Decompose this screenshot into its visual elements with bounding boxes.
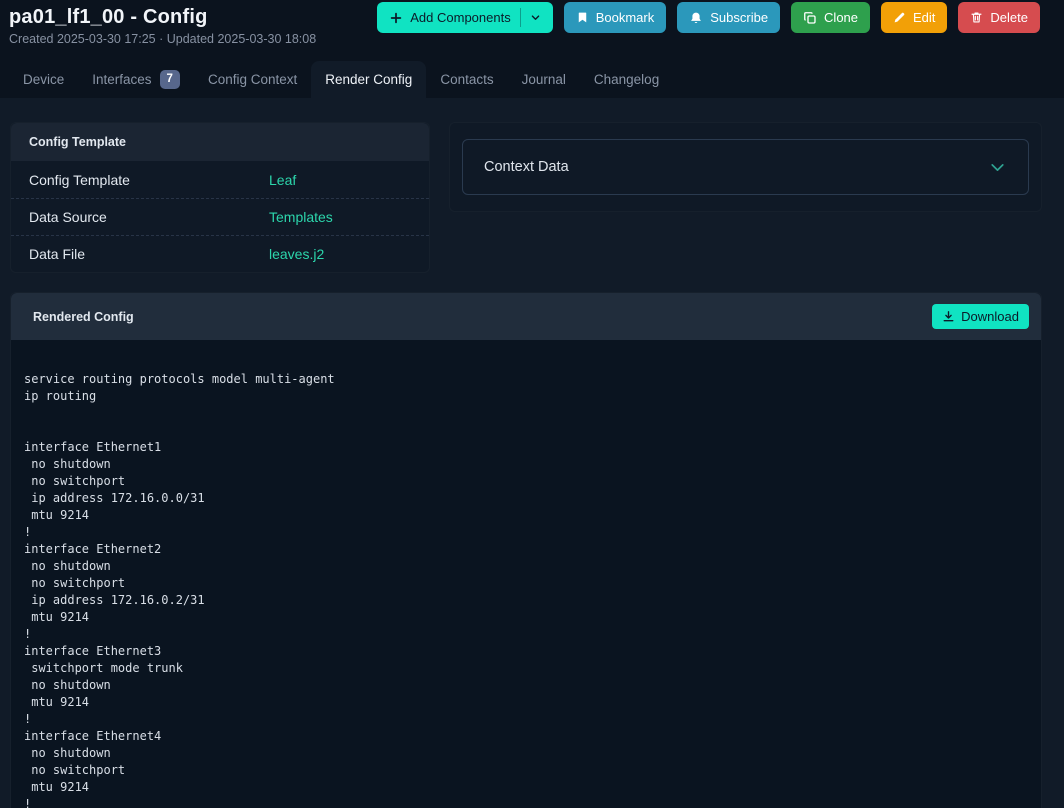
data-source-link[interactable]: Templates	[269, 209, 333, 225]
table-row: Data Source Templates	[11, 198, 429, 235]
subscribe-button[interactable]: Subscribe	[677, 2, 781, 33]
tab-render-config[interactable]: Render Config	[311, 61, 427, 98]
bookmark-icon	[576, 11, 589, 24]
clone-label: Clone	[824, 10, 859, 25]
rendered-config-text: service routing protocols model multi-ag…	[11, 340, 1041, 808]
button-divider	[519, 8, 521, 27]
tab-interfaces[interactable]: Interfaces 7	[78, 61, 194, 98]
trash-icon	[970, 11, 983, 24]
tab-device[interactable]: Device	[9, 61, 78, 98]
delete-label: Delete	[990, 10, 1028, 25]
action-buttons: Add Components Bookmark Subscribe Clone …	[377, 2, 1040, 33]
page-header: pa01_lf1_00 - Config Created 2025-03-30 …	[0, 0, 1064, 98]
rendered-config-header: Rendered Config Download	[11, 293, 1041, 340]
config-template-card: Config Template Config Template Leaf Dat…	[10, 122, 430, 273]
tab-changelog[interactable]: Changelog	[580, 61, 673, 98]
tab-label: Interfaces	[92, 72, 152, 87]
table-row: Config Template Leaf	[11, 161, 429, 198]
plus-icon	[389, 11, 403, 25]
config-template-card-header: Config Template	[11, 123, 429, 161]
bell-icon	[689, 11, 703, 25]
title-block: pa01_lf1_00 - Config Created 2025-03-30 …	[9, 2, 316, 46]
download-button[interactable]: Download	[932, 304, 1029, 329]
edit-label: Edit	[913, 10, 936, 25]
subscribe-label: Subscribe	[710, 10, 769, 25]
page: { "page": { "title": "pa01_lf1_00 - Conf…	[0, 0, 1064, 808]
page-title: pa01_lf1_00 - Config	[9, 6, 208, 28]
tab-journal[interactable]: Journal	[508, 61, 580, 98]
page-meta: Created 2025-03-30 17:25 · Updated 2025-…	[9, 32, 317, 46]
tab-contacts[interactable]: Contacts	[426, 61, 507, 98]
rendered-config-card: Rendered Config Download service routing…	[10, 292, 1042, 808]
pencil-icon	[893, 11, 906, 24]
config-template-link[interactable]: Leaf	[269, 172, 296, 188]
download-icon	[942, 310, 955, 323]
data-file-link[interactable]: leaves.j2	[269, 246, 324, 262]
chevron-down-icon	[988, 158, 1007, 177]
top-row: Config Template Config Template Leaf Dat…	[10, 122, 1042, 273]
attr-label: Config Template	[29, 171, 130, 188]
context-data-accordion-toggle[interactable]: Context Data	[462, 139, 1029, 195]
rendered-config-title: Rendered Config	[33, 309, 134, 324]
clone-button[interactable]: Clone	[791, 2, 871, 33]
attr-label: Data Source	[29, 209, 107, 225]
tab-config-context[interactable]: Config Context	[194, 61, 311, 98]
download-label: Download	[961, 309, 1019, 324]
copy-icon	[803, 11, 817, 25]
attr-label: Data File	[29, 246, 86, 262]
edit-button[interactable]: Edit	[881, 2, 948, 33]
header-row: pa01_lf1_00 - Config Created 2025-03-30 …	[9, 0, 1040, 46]
table-row: Data File leaves.j2	[11, 235, 429, 272]
bookmark-label: Bookmark	[595, 10, 655, 25]
delete-button[interactable]: Delete	[958, 2, 1040, 33]
context-data-card: Context Data	[449, 122, 1042, 212]
context-data-title: Context Data	[484, 159, 569, 175]
add-components-button[interactable]: Add Components	[377, 2, 553, 33]
tab-bar: Device Interfaces 7 Config Context Rende…	[9, 61, 1040, 98]
interfaces-count-badge: 7	[159, 69, 180, 90]
main-content: Config Template Config Template Leaf Dat…	[0, 98, 1064, 808]
bookmark-button[interactable]: Bookmark	[563, 2, 667, 33]
chevron-down-icon[interactable]	[530, 12, 541, 23]
add-components-label: Add Components	[410, 10, 511, 25]
